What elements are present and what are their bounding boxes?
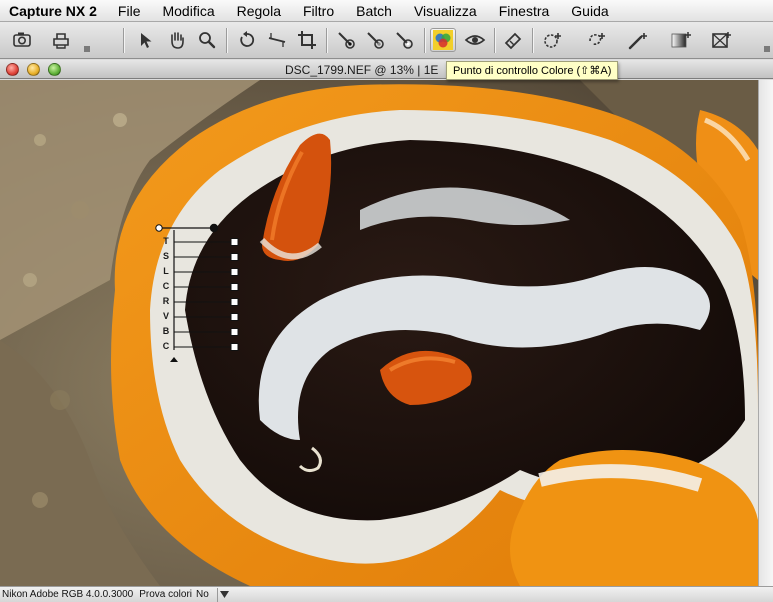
close-window-button[interactable] (6, 63, 19, 76)
slider-label-l: L (163, 266, 169, 276)
toolbar-separator (226, 28, 227, 53)
menu-finestra[interactable]: Finestra (488, 3, 561, 19)
toolbar-separator (532, 28, 533, 53)
menu-bar: Capture NX 2 File Modifica Regola Filtro… (0, 0, 773, 22)
toolbar-separator (424, 28, 425, 53)
toolbar-separator (326, 28, 327, 53)
menu-filtro[interactable]: Filtro (292, 3, 345, 19)
arrow-icon[interactable] (134, 28, 160, 52)
menu-regola[interactable]: Regola (226, 3, 292, 19)
image-canvas[interactable] (0, 80, 758, 586)
selection-control-point-icon[interactable] (540, 28, 566, 52)
slider-label-r: R (162, 296, 170, 306)
zoom-icon[interactable] (194, 28, 220, 52)
black-point-icon[interactable] (333, 28, 359, 52)
toolbar-corner-indicator (84, 46, 90, 52)
toolbar-corner-indicator (764, 46, 770, 52)
slider-label-b: B (162, 326, 170, 336)
color-control-point-icon[interactable] (430, 28, 456, 52)
slider-label-c: C (162, 281, 170, 291)
collapse-sliders-icon (170, 357, 178, 362)
lasso-icon[interactable] (584, 28, 610, 52)
menu-modifica[interactable]: Modifica (151, 3, 225, 19)
photo-nudibranch (0, 80, 758, 586)
camera-icon[interactable] (9, 28, 35, 52)
menu-batch[interactable]: Batch (345, 3, 403, 19)
menu-visualizza[interactable]: Visualizza (403, 3, 488, 19)
color-profile-text: Nikon Adobe RGB 4.0.0.3000 (2, 589, 134, 600)
toolbar-separator (123, 28, 124, 53)
gradient-icon[interactable] (668, 28, 694, 52)
toolbar-separator (494, 28, 495, 53)
document-title: DSC_1799.NEF @ 13% | 1Ε (285, 63, 439, 77)
neutral-point-icon[interactable] (362, 28, 388, 52)
red-eye-icon[interactable] (462, 28, 488, 52)
slider-label-c2: C (162, 341, 170, 351)
slider-label-s: S (162, 251, 169, 261)
slider-label-v: V (162, 311, 169, 321)
rotate-icon[interactable] (234, 28, 260, 52)
slider-label-t: T (163, 236, 169, 246)
fill-icon[interactable] (708, 28, 734, 52)
minimize-window-button[interactable] (27, 63, 40, 76)
tool-tooltip: Punto di controllo Colore (⇧⌘A) (446, 61, 619, 80)
hand-icon[interactable] (164, 28, 190, 52)
print-icon[interactable] (48, 28, 74, 52)
menu-file[interactable]: File (107, 3, 152, 19)
chevron-down-icon (219, 591, 229, 598)
zoom-window-button[interactable] (48, 63, 61, 76)
document-titlebar: DSC_1799.NEF @ 13% | 1Ε (0, 60, 773, 79)
vertical-scrollbar[interactable] (758, 80, 773, 586)
menu-guida[interactable]: Guida (560, 3, 619, 19)
app-name-menu[interactable]: Capture NX 2 (0, 3, 107, 19)
proof-colors-value: No (196, 589, 209, 600)
proof-colors-dropdown[interactable] (216, 587, 231, 602)
toolbar (0, 22, 773, 59)
status-bar: Nikon Adobe RGB 4.0.0.3000 Prova colori … (0, 586, 773, 602)
proof-colors-label: Prova colori (139, 589, 193, 600)
white-point-icon[interactable] (391, 28, 417, 52)
brush-icon[interactable] (625, 28, 651, 52)
auto-retouch-icon[interactable] (500, 28, 526, 52)
crop-icon[interactable] (294, 28, 320, 52)
straighten-icon[interactable] (264, 28, 290, 52)
color-control-point[interactable]: T S L C R V B C (150, 218, 250, 368)
